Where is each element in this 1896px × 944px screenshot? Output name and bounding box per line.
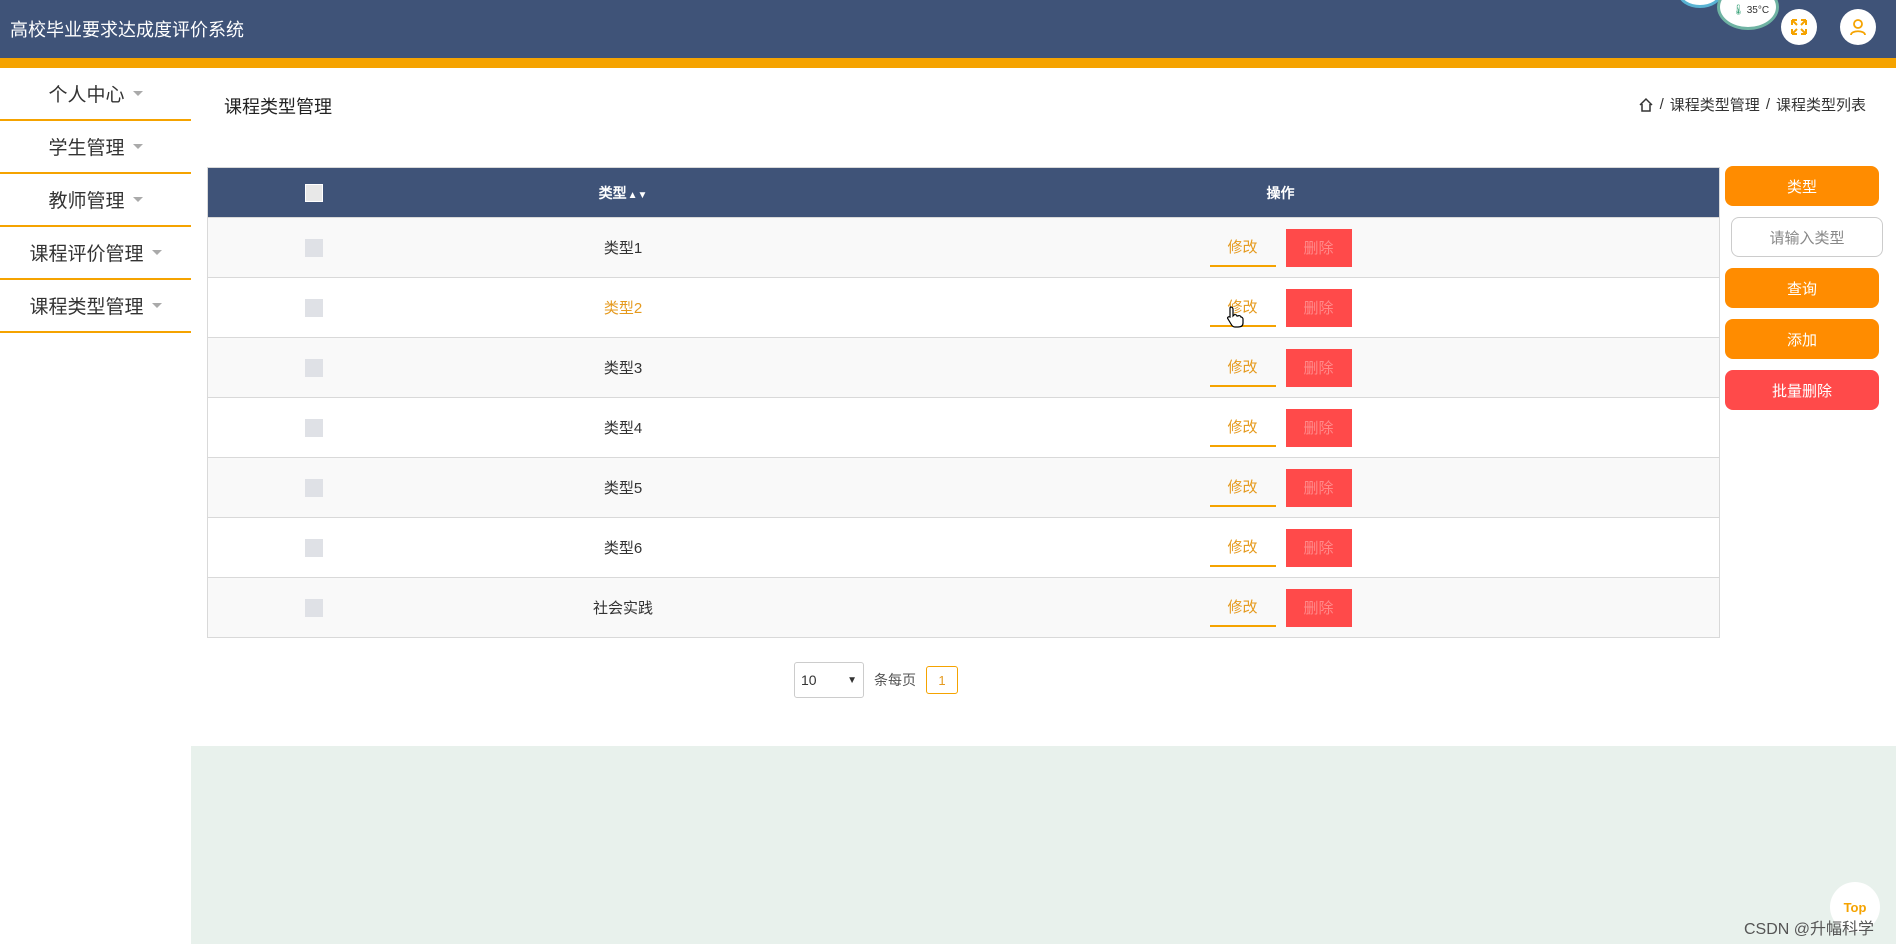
row-checkbox[interactable] — [305, 598, 323, 617]
table-row: 类型5 修改 删除 — [208, 457, 1719, 517]
caret-down-icon — [151, 303, 162, 308]
sidebar-item-label: 教师管理 — [48, 191, 125, 212]
hand-cursor-icon — [1227, 306, 1244, 328]
row-checkbox[interactable] — [305, 358, 323, 377]
per-page-label: 条每页 — [874, 672, 916, 688]
type-cell: 类型1 — [603, 240, 643, 257]
page-number-button[interactable]: 1 — [926, 666, 958, 694]
breadcrumb-separator: / — [1659, 96, 1664, 113]
column-header-label: 类型 — [598, 184, 627, 201]
type-search-input[interactable]: 请输入类型 — [1731, 217, 1883, 257]
sidebar: 个人中心 学生管理 教师管理 课程评价管理 课程类型管理 — [0, 68, 191, 333]
watermark: CSDN @升幅科学 — [1744, 921, 1875, 938]
sidebar-item-label: 个人中心 — [48, 85, 125, 106]
delete-button[interactable]: 删除 — [1285, 408, 1352, 447]
sidebar-item-student-management[interactable]: 学生管理 — [0, 121, 191, 174]
page-size-select[interactable]: 10 ▼ — [794, 662, 864, 698]
row-checkbox[interactable] — [305, 238, 323, 257]
sidebar-item-label: 课程评价管理 — [29, 244, 144, 265]
temperature-value: 35°C — [1746, 5, 1770, 16]
row-checkbox[interactable] — [305, 298, 323, 317]
footer-area — [191, 746, 1896, 944]
sidebar-item-personal-center[interactable]: 个人中心 — [0, 68, 191, 121]
delete-button[interactable]: 删除 — [1285, 468, 1352, 507]
table-row: 类型3 修改 删除 — [208, 337, 1719, 397]
user-profile-button[interactable] — [1840, 9, 1876, 45]
type-column-header[interactable]: 类型▲▼ — [420, 183, 826, 203]
user-icon — [1850, 19, 1866, 36]
chevron-down-icon: ▼ — [847, 674, 857, 686]
type-cell: 类型4 — [603, 420, 643, 437]
type-cell: 类型3 — [603, 360, 643, 377]
thermometer-icon: 🌡 — [1732, 5, 1745, 16]
sidebar-item-course-evaluation[interactable]: 课程评价管理 — [0, 227, 191, 280]
caret-down-icon — [132, 197, 143, 202]
app-title: 高校毕业要求达成度评价系统 — [10, 20, 244, 40]
sidebar-item-label: 学生管理 — [48, 138, 125, 159]
caret-down-icon — [132, 91, 143, 96]
sidebar-item-course-type[interactable]: 课程类型管理 — [0, 280, 191, 333]
search-panel: 类型 请输入类型 查询 添加 批量删除 — [1725, 166, 1883, 410]
page-title: 课程类型管理 — [224, 97, 332, 117]
breadcrumb-item: 课程类型列表 — [1775, 97, 1866, 114]
row-checkbox[interactable] — [305, 418, 323, 437]
edit-button[interactable]: 修改 — [1209, 409, 1276, 447]
header-stripe — [0, 58, 1896, 68]
page-size-value: 10 — [801, 672, 817, 688]
caret-down-icon — [151, 250, 162, 255]
table-row: 类型1 修改 删除 — [208, 217, 1719, 277]
operation-column-header: 操作 — [826, 183, 1719, 203]
weather-temperature: 🌡 35°C — [1732, 5, 1769, 16]
type-cell: 类型2 — [603, 300, 643, 317]
type-cell: 类型5 — [603, 480, 643, 497]
course-type-table: 类型▲▼ 操作 类型1 修改 删除 类型2 修改 删除 类型3 修改 删除 类型… — [207, 167, 1720, 638]
type-cell: 类型6 — [603, 540, 643, 557]
breadcrumb-separator: / — [1765, 96, 1770, 113]
top-header — [0, 0, 1896, 58]
row-checkbox[interactable] — [305, 538, 323, 557]
table-row: 类型4 修改 删除 — [208, 397, 1719, 457]
edit-button[interactable]: 修改 — [1209, 589, 1276, 627]
table-row: 社会实践 修改 删除 — [208, 577, 1719, 637]
sort-icon: ▲▼ — [627, 189, 648, 201]
column-header-label: 操作 — [1266, 184, 1295, 201]
table-row: 类型6 修改 删除 — [208, 517, 1719, 577]
delete-button[interactable]: 删除 — [1285, 528, 1352, 567]
delete-button[interactable]: 删除 — [1285, 348, 1352, 387]
type-label-button: 类型 — [1725, 166, 1879, 206]
query-button[interactable]: 查询 — [1725, 268, 1879, 308]
edit-button[interactable]: 修改 — [1209, 229, 1276, 267]
delete-button[interactable]: 删除 — [1285, 588, 1352, 627]
row-checkbox[interactable] — [305, 478, 323, 497]
select-all-checkbox[interactable] — [305, 183, 323, 202]
edit-button[interactable]: 修改 — [1209, 349, 1276, 387]
breadcrumb-item[interactable]: 课程类型管理 — [1670, 94, 1760, 115]
table-row: 类型2 修改 删除 — [208, 277, 1719, 337]
batch-delete-button[interactable]: 批量删除 — [1725, 370, 1879, 410]
type-cell: 社会实践 — [592, 600, 653, 617]
add-button[interactable]: 添加 — [1725, 319, 1879, 359]
fullscreen-button[interactable] — [1781, 9, 1817, 45]
edit-button[interactable]: 修改 — [1209, 469, 1276, 507]
table-header: 类型▲▼ 操作 — [208, 168, 1719, 217]
delete-button[interactable]: 删除 — [1285, 228, 1352, 267]
home-icon[interactable] — [1638, 97, 1654, 113]
edit-button[interactable]: 修改 — [1209, 529, 1276, 567]
pagination: 10 ▼ 条每页 1 — [794, 662, 958, 698]
breadcrumb: / 课程类型管理 / 课程类型列表 — [1638, 94, 1866, 115]
fullscreen-icon — [1791, 19, 1807, 35]
sidebar-item-label: 课程类型管理 — [29, 297, 144, 318]
delete-button[interactable]: 删除 — [1285, 288, 1352, 327]
sidebar-item-teacher-management[interactable]: 教师管理 — [0, 174, 191, 227]
caret-down-icon — [132, 144, 143, 149]
